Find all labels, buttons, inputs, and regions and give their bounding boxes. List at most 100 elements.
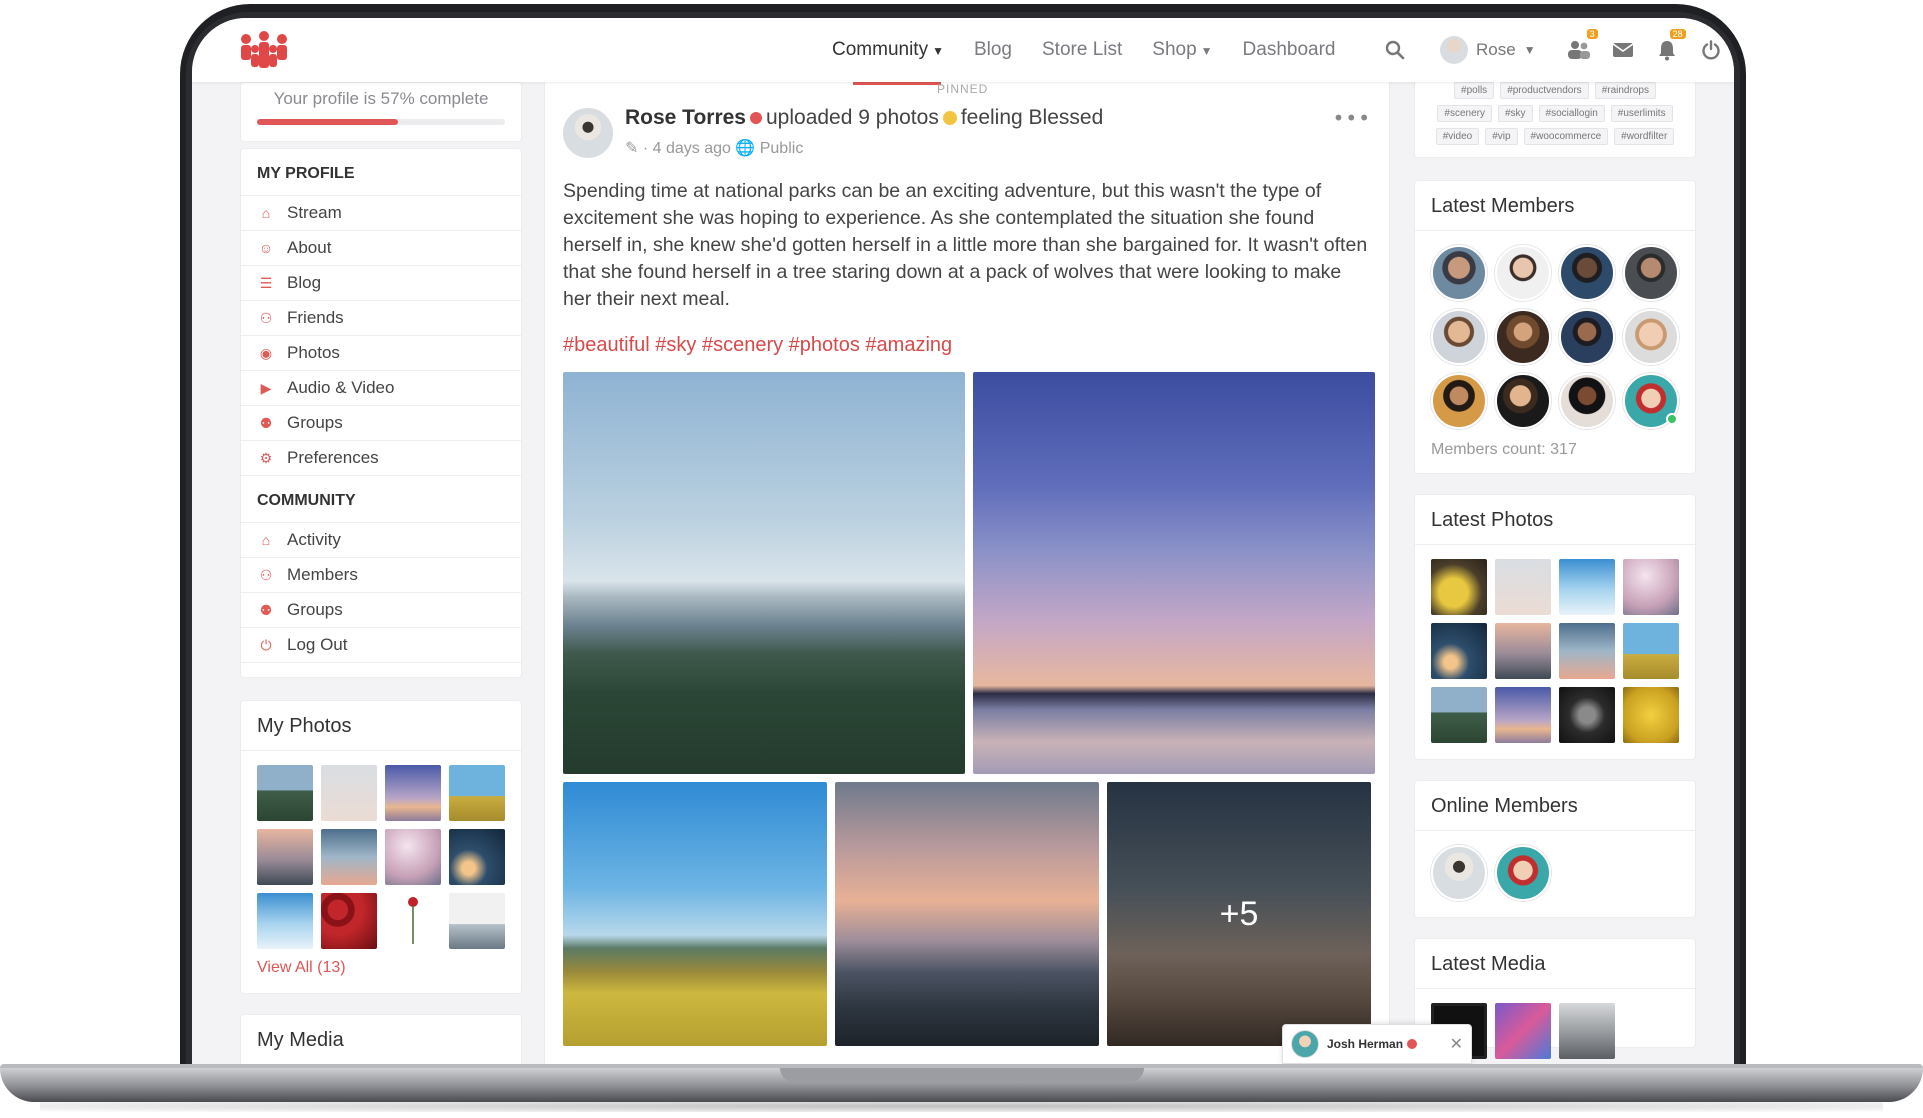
post-author-avatar[interactable] <box>563 108 613 158</box>
tag-pill[interactable]: #video <box>1435 128 1480 145</box>
nav-item-shop[interactable]: Shop ▼ <box>1152 39 1212 61</box>
groups-icon: ⚉ <box>259 414 273 431</box>
member-avatar[interactable] <box>1495 373 1551 429</box>
photo-thumb[interactable] <box>1623 623 1679 679</box>
more-photos-overlay[interactable]: +5 <box>1107 782 1371 1046</box>
photo-thumb[interactable] <box>1495 687 1551 743</box>
gallery-photo[interactable]: +5 <box>1107 782 1371 1046</box>
member-avatar[interactable] <box>1495 309 1551 365</box>
nav-item-blog[interactable]: Blog <box>974 39 1012 61</box>
close-icon[interactable]: ✕ <box>1450 1034 1463 1054</box>
tag-pill[interactable]: #sociallogin <box>1538 105 1605 122</box>
member-avatar[interactable] <box>1495 245 1551 301</box>
post-action: uploaded 9 photos <box>766 106 939 129</box>
member-avatar[interactable] <box>1623 245 1679 301</box>
menu-item-photos[interactable]: ◉ Photos <box>241 336 521 371</box>
verified-badge-icon <box>1407 1039 1418 1049</box>
menu-item-about[interactable]: ☺ About <box>241 231 521 266</box>
gallery-photo[interactable] <box>563 372 965 774</box>
tag-pill[interactable]: #vip <box>1485 128 1518 145</box>
mail-icon[interactable] <box>1610 37 1636 63</box>
gallery-photo[interactable] <box>973 372 1375 774</box>
edit-icon[interactable]: ✎ <box>625 140 638 157</box>
view-all-photos-link[interactable]: View All (13) <box>241 957 521 993</box>
photo-thumb[interactable] <box>1495 623 1551 679</box>
member-avatar[interactable] <box>1623 373 1679 429</box>
menu-item-groups[interactable]: ⚉ Groups <box>241 406 521 441</box>
post-options-icon[interactable]: ••• <box>1333 106 1371 130</box>
menu-item-groups[interactable]: ⚉ Groups <box>241 593 521 628</box>
photo-thumb[interactable] <box>321 829 377 885</box>
member-avatar[interactable] <box>1559 245 1615 301</box>
member-avatar[interactable] <box>1559 309 1615 365</box>
friends-icon[interactable]: 3 <box>1566 29 1598 63</box>
photo-thumb[interactable] <box>449 765 505 821</box>
photo-thumb[interactable] <box>1431 559 1487 615</box>
member-avatar[interactable] <box>1559 373 1615 429</box>
chat-popup[interactable]: Josh Herman ✕ <box>1282 1024 1472 1064</box>
photo-thumb[interactable] <box>1559 623 1615 679</box>
menu-item-friends[interactable]: ⚇ Friends <box>241 301 521 336</box>
member-avatar[interactable] <box>1623 309 1679 365</box>
tag-pill[interactable]: #polls <box>1454 82 1495 99</box>
nav-item-store-list[interactable]: Store List <box>1042 39 1122 61</box>
member-avatar[interactable] <box>1431 845 1487 901</box>
media-thumb[interactable] <box>1559 1003 1615 1059</box>
tag-pill[interactable]: #userlimits <box>1610 105 1673 122</box>
photo-thumb[interactable] <box>1431 687 1487 743</box>
menu-item-log-out[interactable]: ⏻ Log Out <box>241 628 521 663</box>
photo-thumb[interactable] <box>385 829 441 885</box>
latest-members-grid <box>1415 231 1695 437</box>
photo-thumb[interactable] <box>1559 559 1615 615</box>
photo-thumb[interactable] <box>321 893 377 949</box>
photo-thumb[interactable] <box>1623 687 1679 743</box>
menu-item-stream[interactable]: ⌂ Stream <box>241 196 521 231</box>
photo-thumb[interactable] <box>321 765 377 821</box>
photo-thumb[interactable] <box>1495 559 1551 615</box>
search-icon[interactable] <box>1382 37 1408 63</box>
photo-thumb[interactable] <box>1559 687 1615 743</box>
member-avatar[interactable] <box>1431 373 1487 429</box>
chat-avatar <box>1291 1030 1319 1058</box>
post-time[interactable]: 4 days ago <box>653 140 731 157</box>
photo-thumb[interactable] <box>257 893 313 949</box>
member-avatar[interactable] <box>1431 309 1487 365</box>
menu-item-label: Friends <box>287 308 344 327</box>
post-author-name[interactable]: Rose Torres <box>625 106 746 129</box>
photo-thumb[interactable] <box>449 893 505 949</box>
gallery-photo[interactable] <box>835 782 1099 1046</box>
photo-thumb[interactable] <box>385 893 441 949</box>
nav-item-dashboard[interactable]: Dashboard <box>1243 39 1336 61</box>
tag-pill[interactable]: #raindrops <box>1594 82 1656 99</box>
home-icon: ⌂ <box>261 532 271 548</box>
photo-thumb[interactable] <box>449 829 505 885</box>
power-icon[interactable] <box>1698 37 1724 63</box>
menu-item-activity[interactable]: ⌂ Activity <box>241 523 521 558</box>
home-icon: ⌂ <box>261 205 271 221</box>
profile-progress-bar <box>257 119 505 125</box>
photo-thumb[interactable] <box>257 829 313 885</box>
photo-thumb[interactable] <box>385 765 441 821</box>
member-avatar[interactable] <box>1431 245 1487 301</box>
tag-pill[interactable]: #woocommerce <box>1523 128 1609 145</box>
gallery-photo[interactable] <box>563 782 827 1046</box>
my-media-title: My Media <box>257 1029 344 1051</box>
photo-thumb[interactable] <box>1623 559 1679 615</box>
menu-item-blog[interactable]: ☰ Blog <box>241 266 521 301</box>
photo-thumb[interactable] <box>1431 623 1487 679</box>
post-hashtags[interactable]: #beautiful #sky #scenery #photos #amazin… <box>563 334 952 357</box>
nav-item-community[interactable]: Community ▼ <box>832 39 944 61</box>
menu-item-preferences[interactable]: ⚙ Preferences <box>241 441 521 476</box>
bell-icon[interactable]: 28 <box>1654 29 1686 63</box>
photo-thumb[interactable] <box>257 765 313 821</box>
tag-pill[interactable]: #sky <box>1497 105 1533 122</box>
site-logo[interactable] <box>238 30 290 70</box>
menu-item-audio-video[interactable]: ▶ Audio & Video <box>241 371 521 406</box>
media-thumb[interactable] <box>1495 1003 1551 1059</box>
member-avatar[interactable] <box>1495 845 1551 901</box>
tag-pill[interactable]: #productvendors <box>1500 82 1589 99</box>
tag-pill[interactable]: #wordfilter <box>1614 128 1675 145</box>
menu-item-members[interactable]: ⚇ Members <box>241 558 521 593</box>
user-menu[interactable]: Rose ▼ <box>1440 36 1536 64</box>
tag-pill[interactable]: #scenery <box>1437 105 1492 122</box>
